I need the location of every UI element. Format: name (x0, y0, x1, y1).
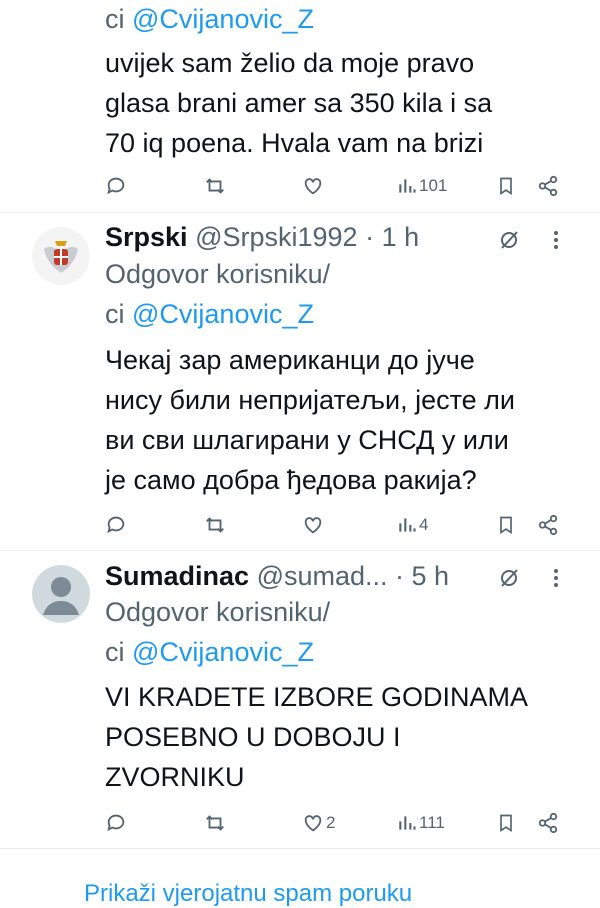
retweet-icon (206, 178, 224, 194)
tweet-top-actions (497, 566, 563, 590)
timestamp[interactable]: · 5 h (395, 561, 449, 591)
reply-button[interactable] (105, 172, 127, 200)
views-button[interactable]: 111 (397, 809, 445, 837)
tweet-text: VI KRADETE IZBORE GODINAMA POSEBNO U DOB… (105, 682, 529, 792)
like-button[interactable] (302, 172, 324, 200)
share-button[interactable] (537, 511, 559, 539)
bookmark-icon (500, 814, 512, 833)
avatar[interactable] (32, 565, 90, 623)
heart-icon (304, 178, 322, 195)
reply-to-line: ci @Cvijanovic_Z (105, 637, 314, 667)
tweet-actions: 4 (0, 511, 600, 539)
bookmark-button[interactable] (496, 511, 516, 539)
display-name[interactable]: Sumadinac (105, 561, 249, 591)
bookmark-icon (500, 177, 512, 196)
more-icon[interactable] (549, 566, 563, 590)
heart-icon (304, 815, 322, 832)
reply-label: Odgovor korisniku/ (105, 597, 331, 627)
reply-label: Odgovor korisniku/ (105, 259, 331, 289)
views-icon (399, 816, 416, 830)
like-count: 2 (326, 813, 336, 832)
view-count: 4 (419, 515, 429, 534)
display-name[interactable]: Srpski (105, 222, 188, 252)
user-handle[interactable]: @Srpski1992 (195, 222, 358, 252)
bookmark-button[interactable] (496, 809, 516, 837)
view-count: 111 (419, 813, 445, 832)
retweet-button[interactable] (203, 809, 227, 837)
tweet-top-actions (497, 228, 563, 252)
view-count: 101 (419, 176, 448, 195)
avatar[interactable] (32, 227, 90, 285)
mention-link[interactable]: @Cvijanovic_Z (132, 4, 314, 34)
retweet-button[interactable] (203, 172, 227, 200)
heart-icon (304, 517, 322, 534)
timestamp[interactable]: · 1 h (365, 222, 419, 252)
reply-icon (107, 516, 125, 534)
like-button[interactable] (302, 511, 324, 539)
reply-button[interactable] (105, 809, 127, 837)
views-icon (399, 518, 416, 532)
reply-icon (107, 814, 125, 832)
like-button[interactable]: 2 (302, 809, 335, 837)
share-icon (538, 812, 558, 834)
tweet-header: Sumadinac @sumad... · 5 h (105, 559, 449, 593)
reply-to-line: ci @Cvijanovic_Z (105, 299, 314, 329)
grok-icon[interactable] (497, 566, 521, 590)
tweet-text: Чекај зар американци до јуче нису били н… (105, 345, 516, 495)
tweet-header: Srpski @Srpski1992 · 1 h (105, 220, 419, 254)
share-button[interactable] (537, 809, 559, 837)
tweet-actions: 2 111 (0, 809, 600, 837)
divider (0, 848, 600, 849)
tweet-actions: 101 (0, 172, 600, 200)
default-avatar-icon (32, 565, 90, 623)
share-button[interactable] (537, 172, 559, 200)
mention-link[interactable]: @Cvijanovic_Z (132, 637, 314, 667)
bookmark-icon (500, 516, 512, 535)
share-icon (538, 514, 558, 536)
grok-icon[interactable] (497, 228, 521, 252)
retweet-icon (206, 517, 224, 533)
bookmark-button[interactable] (496, 172, 516, 200)
divider (0, 550, 600, 551)
user-handle[interactable]: @sumad... (257, 561, 388, 591)
coat-of-arms-icon (32, 227, 90, 285)
reply-button[interactable] (105, 511, 127, 539)
reply-icon (107, 177, 125, 195)
tweet-text: uvijek sam želio da moje pravo glasa bra… (105, 48, 493, 158)
retweet-icon (206, 815, 224, 831)
views-icon (399, 179, 416, 193)
retweet-button[interactable] (203, 511, 227, 539)
reply-to-line: ci @Cvijanovic_Z (105, 4, 314, 34)
mention-link[interactable]: @Cvijanovic_Z (132, 299, 314, 329)
more-icon[interactable] (549, 228, 563, 252)
share-icon (538, 175, 558, 197)
divider (0, 212, 600, 213)
views-button[interactable]: 101 (397, 172, 447, 200)
views-button[interactable]: 4 (397, 511, 428, 539)
show-spam-link[interactable]: Prikaži vjerojatnu spam poruku (84, 880, 412, 908)
